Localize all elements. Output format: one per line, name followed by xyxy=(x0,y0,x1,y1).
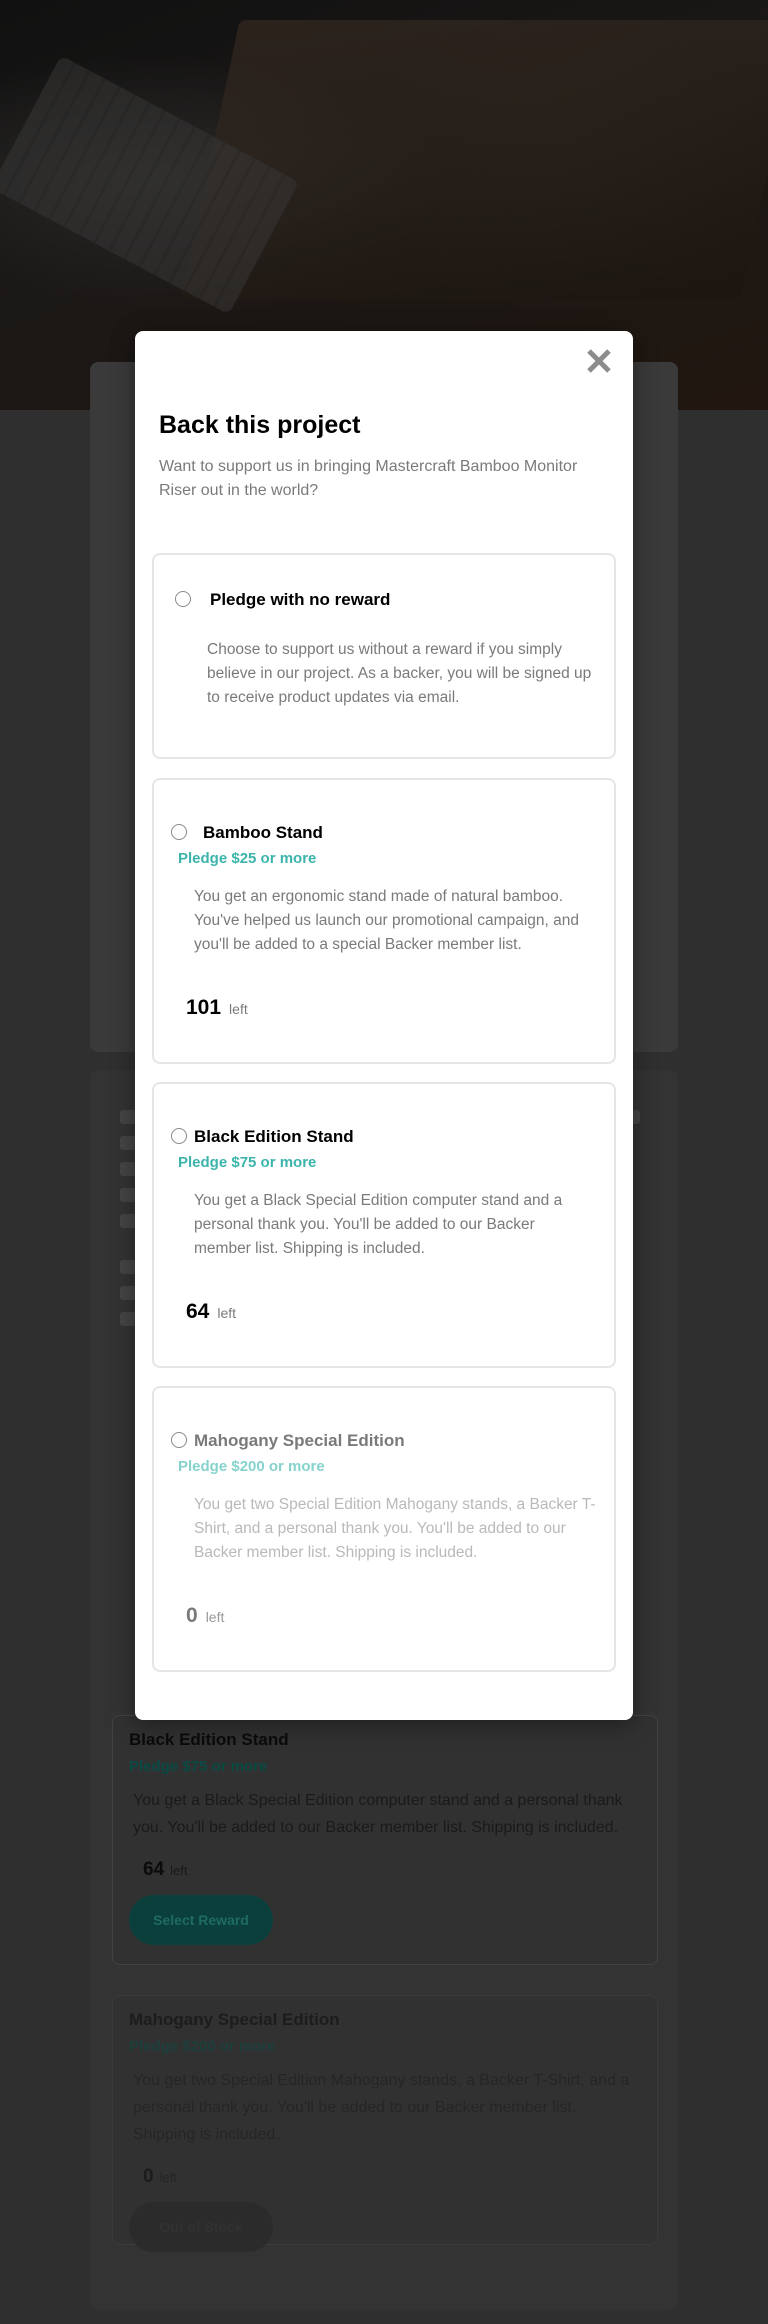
option-pledge: Pledge $200 or more xyxy=(178,1458,325,1475)
reward-description: You get a Black Special Edition computer… xyxy=(133,1792,623,1836)
radio-button[interactable] xyxy=(175,591,191,607)
option-left-count: 101 xyxy=(186,996,222,1019)
pledge-option-bamboo-stand[interactable]: Bamboo Stand Pledge $25 or more You get … xyxy=(152,778,616,1064)
radio-button xyxy=(171,1432,187,1448)
option-left-count: 64 xyxy=(186,1300,210,1323)
pledge-option-mahogany-edition: Mahogany Special Edition Pledge $200 or … xyxy=(152,1386,616,1672)
close-icon[interactable] xyxy=(584,346,614,376)
option-title: Pledge with no reward xyxy=(210,590,391,609)
pledge-option-black-edition[interactable]: Black Edition Stand Pledge $75 or more Y… xyxy=(152,1082,616,1368)
option-left-label: left xyxy=(229,1001,248,1017)
reward-pledge: Pledge $200 or more xyxy=(129,2038,276,2055)
option-description: You get an ergonomic stand made of natur… xyxy=(194,888,579,953)
modal-title: Back this project xyxy=(159,411,361,439)
reward-left-count: 0 xyxy=(143,2166,154,2187)
reward-left-label: left xyxy=(170,1863,188,1878)
option-title: Black Edition Stand xyxy=(194,1127,354,1146)
background-reward-card: Mahogany Special Edition Pledge $200 or … xyxy=(112,1995,658,2252)
modal-subtitle: Want to support us in bringing Mastercra… xyxy=(159,458,578,499)
option-title: Bamboo Stand xyxy=(203,823,323,842)
pledge-option-no-reward[interactable]: Pledge with no reward Choose to support … xyxy=(152,553,616,759)
reward-title: Mahogany Special Edition xyxy=(129,2010,340,2029)
option-description: You get a Black Special Edition computer… xyxy=(194,1192,563,1257)
option-stock: 101 left xyxy=(186,996,248,1020)
option-left-count: 0 xyxy=(186,1604,198,1627)
background-reward-card: Black Edition Stand Pledge $75 or more Y… xyxy=(112,1715,658,1965)
reward-description: You get two Special Edition Mahogany sta… xyxy=(133,2072,630,2143)
option-left-label: left xyxy=(205,1609,225,1625)
radio-button[interactable] xyxy=(171,824,187,840)
option-title: Mahogany Special Edition xyxy=(194,1431,405,1450)
reward-left-count: 64 xyxy=(143,1859,165,1880)
radio-button[interactable] xyxy=(171,1128,187,1144)
reward-title: Black Edition Stand xyxy=(129,1730,289,1749)
out-of-stock-button: Out of Stock xyxy=(129,2202,273,2252)
reward-stock: 0 left xyxy=(129,2166,641,2188)
option-pledge: Pledge $75 or more xyxy=(178,1154,317,1171)
back-project-modal: Back this project Want to support us in … xyxy=(135,331,633,1720)
option-pledge: Pledge $25 or more xyxy=(178,850,317,867)
option-stock: 64 left xyxy=(186,1300,236,1324)
option-left-label: left xyxy=(217,1305,237,1321)
select-reward-button[interactable]: Select Reward xyxy=(129,1895,273,1945)
option-description: Choose to support us without a reward if… xyxy=(207,641,592,706)
reward-left-label: left xyxy=(159,2170,177,2185)
option-description: You get two Special Edition Mahogany sta… xyxy=(194,1496,596,1561)
option-stock: 0 left xyxy=(186,1604,224,1628)
reward-pledge: Pledge $75 or more xyxy=(129,1758,268,1775)
reward-stock: 64 left xyxy=(129,1859,641,1881)
